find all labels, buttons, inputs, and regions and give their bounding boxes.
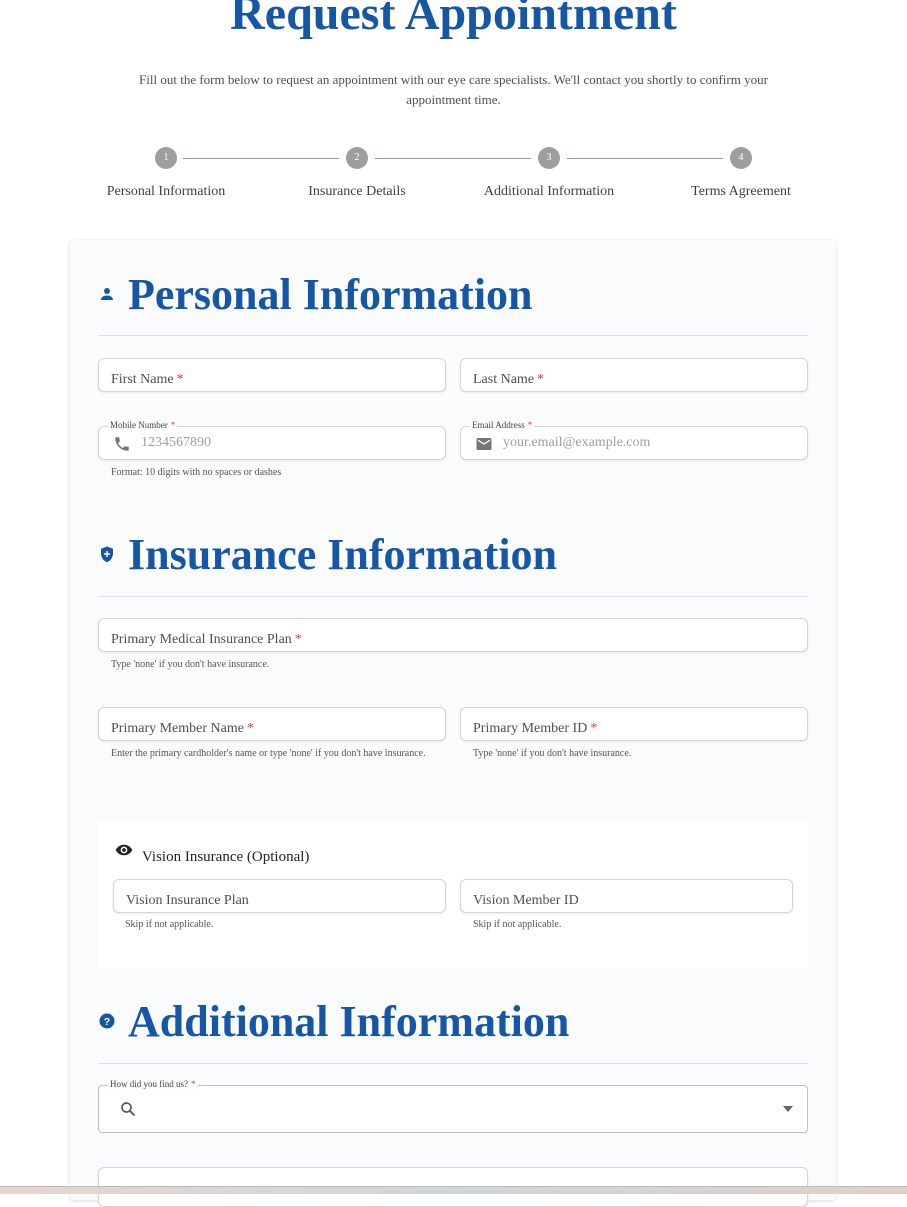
- primary-member-name-label: Primary Member Name: [111, 721, 244, 736]
- member-id-helper-text: Type 'none' if you don't have insurance.: [473, 748, 632, 759]
- personal-section-header: Personal Information: [98, 265, 808, 325]
- section-divider: [98, 335, 808, 336]
- section-divider: [98, 596, 808, 597]
- insurance-section-header: Insurance Information: [98, 525, 808, 585]
- required-mark: *: [537, 372, 545, 387]
- vision-insurance-panel: Vision Insurance (Optional) Vision Insur…: [98, 822, 808, 968]
- person-icon: [101, 288, 113, 300]
- first-name-field[interactable]: First Name *: [98, 358, 446, 392]
- svg-text:?: ?: [104, 1016, 110, 1028]
- help-circle-icon: ?: [99, 1013, 115, 1029]
- step-3-label: Additional Information: [483, 184, 615, 199]
- vision-member-id-label: Vision Member ID: [473, 893, 579, 908]
- insurance-section-title: Insurance Information: [128, 530, 558, 579]
- page-title: Request Appointment: [230, 0, 677, 40]
- search-icon: [121, 1102, 135, 1116]
- personal-section-title: Personal Information: [128, 270, 533, 319]
- section-divider: [98, 1063, 808, 1064]
- additional-section-header: ? Additional Information: [98, 992, 808, 1052]
- email-address-field[interactable]: your.email@example.com: [460, 426, 808, 460]
- required-mark: *: [176, 372, 184, 387]
- vision-insurance-plan-field[interactable]: Vision Insurance Plan: [113, 879, 446, 913]
- required-mark: *: [590, 721, 598, 736]
- primary-member-id-field[interactable]: Primary Member ID *: [460, 707, 808, 741]
- email-address-label: Email Address: [472, 420, 525, 430]
- step-connector: [375, 158, 531, 159]
- step-connector: [183, 158, 339, 159]
- primary-insurance-plan-label: Primary Medical Insurance Plan: [111, 632, 292, 647]
- step-2-circle[interactable]: 2: [346, 147, 368, 169]
- chevron-down-icon[interactable]: [783, 1105, 793, 1113]
- mobile-placeholder: 1234567890: [141, 435, 211, 450]
- required-mark: *: [191, 1079, 196, 1089]
- vision-member-id-field[interactable]: Vision Member ID: [460, 879, 793, 913]
- step-1-label: Personal Information: [106, 184, 226, 199]
- vision-plan-helper-text: Skip if not applicable.: [125, 919, 214, 930]
- email-placeholder: your.email@example.com: [503, 435, 651, 450]
- primary-plan-helper-text: Type 'none' if you don't have insurance.: [111, 659, 270, 670]
- required-mark: *: [170, 420, 176, 430]
- step-4-circle[interactable]: 4: [730, 147, 752, 169]
- progress-stepper: 1 2 3 4 Personal Information Insurance D…: [0, 146, 907, 206]
- vision-insurance-plan-label: Vision Insurance Plan: [126, 893, 249, 908]
- mobile-number-field[interactable]: 1234567890: [98, 426, 446, 460]
- last-name-field[interactable]: Last Name *: [460, 358, 808, 392]
- appointment-form-card: Personal Information First Name * Last Na…: [70, 240, 836, 1207]
- referral-source-select[interactable]: [98, 1085, 808, 1133]
- first-name-label: First Name: [111, 372, 174, 387]
- vision-insurance-title: Vision Insurance (Optional): [142, 849, 310, 865]
- vision-member-id-helper-text: Skip if not applicable.: [473, 919, 562, 930]
- step-3-circle[interactable]: 3: [538, 147, 560, 169]
- additional-section-title: Additional Information: [128, 997, 570, 1046]
- page-subtitle: Fill out the form below to request an ap…: [139, 72, 768, 107]
- member-name-helper-text: Enter the primary cardholder's name or t…: [111, 748, 426, 759]
- email-icon: [476, 438, 492, 450]
- primary-insurance-plan-field[interactable]: Primary Medical Insurance Plan *: [98, 618, 808, 652]
- step-1-circle[interactable]: 1: [155, 147, 177, 169]
- primary-member-id-label: Primary Member ID: [473, 721, 588, 736]
- shield-plus-icon: [101, 546, 113, 563]
- last-name-label: Last Name: [473, 372, 535, 387]
- required-mark: *: [294, 632, 302, 647]
- required-mark: *: [246, 721, 254, 736]
- step-connector: [567, 158, 723, 159]
- mobile-number-label: Mobile Number: [110, 420, 168, 430]
- phone-icon: [115, 437, 129, 451]
- step-2-label: Insurance Details: [308, 184, 406, 199]
- eye-icon: [115, 844, 133, 856]
- required-mark: *: [527, 420, 533, 430]
- step-4-label: Terms Agreement: [691, 184, 791, 199]
- primary-member-name-field[interactable]: Primary Member Name *: [98, 707, 446, 741]
- referral-source-label: How did you find us?: [110, 1079, 188, 1089]
- mobile-helper-text: Format: 10 digits with no spaces or dash…: [111, 467, 282, 478]
